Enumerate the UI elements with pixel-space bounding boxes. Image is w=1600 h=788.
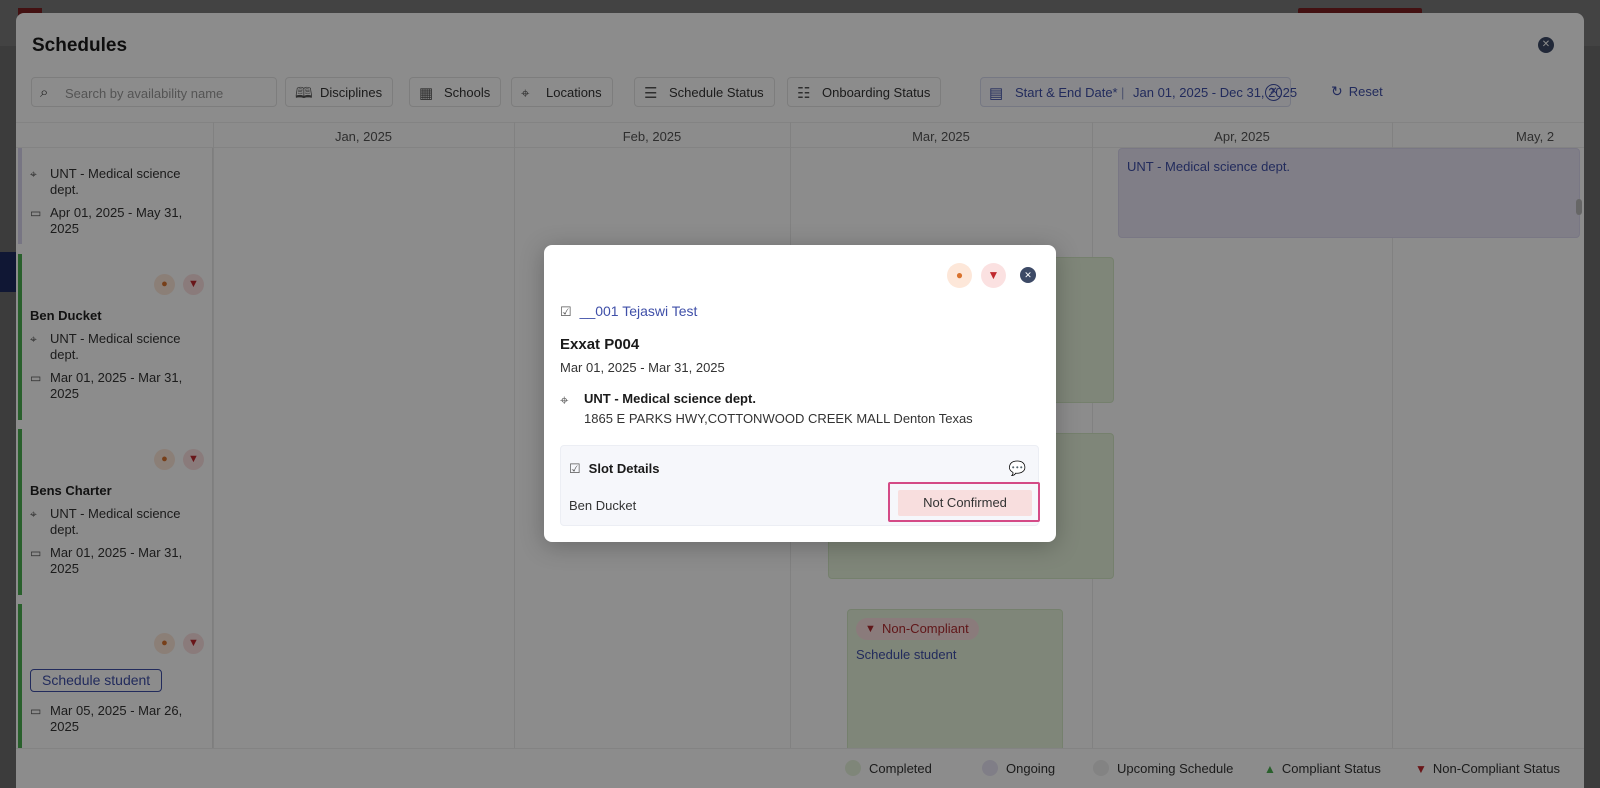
close-icon[interactable]: ✕ xyxy=(1020,266,1036,283)
chat-icon[interactable]: 💬 xyxy=(1009,460,1026,477)
availability-link-text: __001 Tejaswi Test xyxy=(579,303,698,319)
thumbs-down-icon[interactable]: ▼ xyxy=(981,263,1006,288)
location-name: UNT - Medical science dept. xyxy=(584,391,756,406)
slot-status-badge[interactable]: Not Confirmed xyxy=(898,490,1032,516)
availability-link[interactable]: ☑ __001 Tejaswi Test xyxy=(560,303,697,320)
slot-details-header: ☑ Slot Details xyxy=(569,461,659,477)
schedule-detail-modal: ● ▼ ✕ ☑ __001 Tejaswi Test Exxat P004 Mar 0… xyxy=(544,245,1056,542)
location-address: 1865 E PARKS HWY,COTTONWOOD CREEK MALL D… xyxy=(584,411,973,426)
checklist-icon: ☑ xyxy=(569,461,581,476)
modal-dates: Mar 01, 2025 - Mar 31, 2025 xyxy=(560,360,725,375)
location-pin-icon: ⌖ xyxy=(560,392,569,409)
user-icon[interactable]: ● xyxy=(947,263,972,288)
slot-details-title: Slot Details xyxy=(588,461,660,476)
status-highlight: Not Confirmed xyxy=(888,482,1040,522)
checklist-icon: ☑ xyxy=(560,304,572,319)
modal-location: ⌖ UNT - Medical science dept. 1865 E PAR… xyxy=(560,391,1040,426)
modal-actions: ● ▼ ✕ xyxy=(938,263,1036,288)
slot-details-panel: ☑ Slot Details 💬 Ben Ducket Not Confirmed xyxy=(560,445,1040,526)
modal-title: Exxat P004 xyxy=(560,336,640,353)
slot-student-name: Ben Ducket xyxy=(569,498,637,513)
